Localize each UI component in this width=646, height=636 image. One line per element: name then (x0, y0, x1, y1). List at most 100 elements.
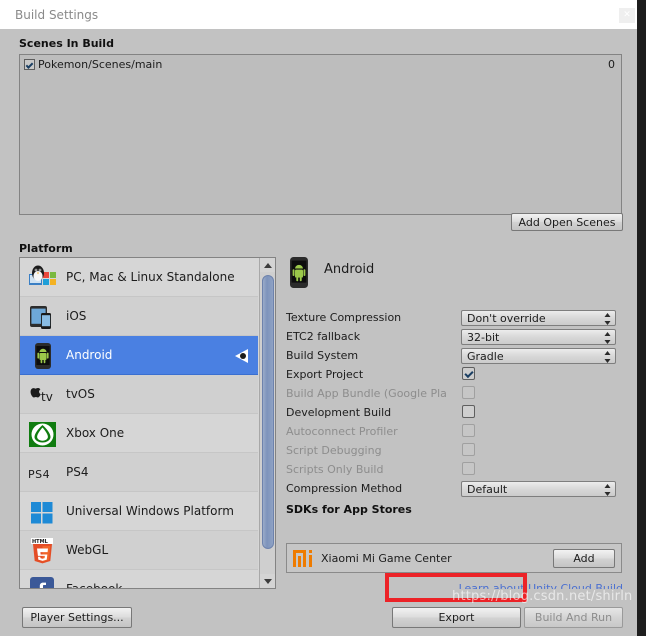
setting-label: Build App Bundle (Google Pla (286, 387, 460, 400)
platform-item-label: iOS (66, 309, 86, 323)
platform-list[interactable]: PC, Mac & Linux Standalone iOS (19, 257, 276, 589)
platform-item-uwp[interactable]: Universal Windows Platform (20, 492, 258, 531)
android-icon (286, 257, 314, 289)
platform-item-label: Universal Windows Platform (66, 504, 234, 518)
unity-logo-icon (232, 347, 250, 365)
desktop-right-strip (637, 0, 646, 619)
platform-item-webgl[interactable]: HTML WebGL (20, 531, 258, 570)
build-app-bundle-checkbox (462, 386, 475, 399)
platform-item-android[interactable]: Android (20, 336, 258, 375)
build-settings-window: Build Settings ✕ Scenes In Build Pokemon… (0, 0, 637, 607)
selected-platform-title: Android (324, 262, 374, 277)
add-open-scenes-button[interactable]: Add Open Scenes (511, 213, 623, 231)
platform-item-xbox-one[interactable]: Xbox One (20, 414, 258, 453)
setting-row-development-build: Development Build (286, 405, 622, 423)
platform-item-label: PC, Mac & Linux Standalone (66, 270, 235, 284)
setting-row-autoconnect-profiler: Autoconnect Profiler (286, 424, 622, 442)
script-debugging-checkbox (462, 443, 475, 456)
window-body: Scenes In Build Pokemon/Scenes/main 0 Ad… (0, 29, 637, 607)
setting-row-script-debugging: Script Debugging (286, 443, 622, 461)
html5-icon: HTML (28, 537, 58, 565)
build-and-run-button: Build And Run (524, 607, 623, 628)
pc-mac-linux-icon (28, 264, 58, 292)
player-settings-button[interactable]: Player Settings... (22, 607, 132, 628)
export-button[interactable]: Export (392, 607, 521, 628)
scrollbar-thumb[interactable] (262, 275, 274, 549)
chevron-updown-icon (604, 351, 611, 363)
platform-item-label: Xbox One (66, 426, 124, 440)
arrow-up-icon[interactable] (260, 258, 276, 272)
setting-row-build-app-bundle: Build App Bundle (Google Pla (286, 386, 622, 404)
platform-item-facebook[interactable]: Facebook (20, 570, 258, 589)
scene-row[interactable]: Pokemon/Scenes/main 0 (20, 55, 621, 75)
autoconnect-profiler-checkbox (462, 424, 475, 437)
chevron-updown-icon (604, 332, 611, 344)
texture-compression-dropdown[interactable]: Don't override (461, 310, 616, 326)
chevron-updown-icon (604, 313, 611, 325)
close-icon[interactable]: ✕ (619, 8, 635, 23)
platform-list-inner: PC, Mac & Linux Standalone iOS (20, 258, 258, 589)
arrow-down-icon[interactable] (260, 574, 276, 588)
platform-item-label: Android (66, 348, 112, 362)
scenes-in-build-heading: Scenes In Build (19, 37, 114, 50)
setting-label: Scripts Only Build (286, 463, 383, 476)
svg-text:tv: tv (41, 390, 53, 404)
platform-item-ios[interactable]: iOS (20, 297, 258, 336)
setting-row-texture-compression: Texture Compression Don't override (286, 310, 622, 328)
android-icon (28, 342, 58, 370)
development-build-checkbox[interactable] (462, 405, 475, 418)
xbox-icon (28, 420, 58, 448)
dropdown-value: Default (467, 483, 507, 496)
setting-label: Texture Compression (286, 311, 401, 324)
setting-label: Build System (286, 349, 358, 362)
setting-row-scripts-only-build: Scripts Only Build (286, 462, 622, 480)
setting-row-etc2-fallback: ETC2 fallback 32-bit (286, 329, 622, 347)
title-bar: Build Settings ✕ (0, 0, 637, 30)
ios-icon (28, 303, 58, 331)
setting-row-compression-method: Compression Method Default (286, 481, 622, 499)
scene-path: Pokemon/Scenes/main (38, 58, 162, 71)
platform-item-label: PS4 (66, 465, 89, 479)
setting-label: Script Debugging (286, 444, 382, 457)
setting-label: Autoconnect Profiler (286, 425, 398, 438)
platform-item-label: tvOS (66, 387, 95, 401)
setting-label: Development Build (286, 406, 391, 419)
facebook-icon (28, 576, 58, 589)
etc2-fallback-dropdown[interactable]: 32-bit (461, 329, 616, 345)
build-system-dropdown[interactable]: Gradle (461, 348, 616, 364)
dropdown-value: Gradle (467, 350, 504, 363)
platform-item-ps4[interactable]: PS4 PS4 (20, 453, 258, 492)
setting-label: Export Project (286, 368, 363, 381)
scene-index: 0 (608, 58, 615, 71)
chevron-updown-icon (604, 484, 611, 496)
window-title: Build Settings (15, 8, 98, 22)
sdk-row: Xiaomi Mi Game Center Add (286, 543, 622, 573)
platform-item-tvos[interactable]: tv tvOS (20, 375, 258, 414)
export-project-checkbox[interactable] (462, 367, 475, 380)
scenes-list[interactable]: Pokemon/Scenes/main 0 (19, 54, 622, 215)
platform-item-standalone[interactable]: PC, Mac & Linux Standalone (20, 258, 258, 297)
tvos-icon: tv (28, 381, 58, 409)
platform-list-scrollbar[interactable] (259, 258, 276, 588)
dropdown-value: Don't override (467, 312, 546, 325)
sdks-heading: SDKs for App Stores (286, 503, 412, 516)
sdk-add-button[interactable]: Add (553, 549, 615, 568)
platform-item-label: Facebook (66, 582, 122, 589)
compression-method-dropdown[interactable]: Default (461, 481, 616, 497)
platform-item-label: WebGL (66, 543, 108, 557)
scene-enabled-checkbox[interactable] (24, 59, 35, 70)
ps4-icon: PS4 (28, 459, 58, 487)
sdk-name: Xiaomi Mi Game Center (321, 552, 452, 565)
dropdown-value: 32-bit (467, 331, 499, 344)
platform-heading: Platform (19, 242, 73, 255)
windows-icon (28, 498, 58, 526)
watermark-text: https://blog.csdn.net/shirln (452, 589, 632, 604)
setting-row-export-project: Export Project (286, 367, 622, 385)
setting-label: ETC2 fallback (286, 330, 360, 343)
setting-row-build-system: Build System Gradle (286, 348, 622, 366)
setting-label: Compression Method (286, 482, 402, 495)
scripts-only-build-checkbox (462, 462, 475, 475)
svg-text:PS4: PS4 (28, 468, 50, 481)
platform-settings-panel: Android Texture Compression Don't overri… (286, 257, 622, 557)
xiaomi-mi-icon (293, 550, 315, 567)
